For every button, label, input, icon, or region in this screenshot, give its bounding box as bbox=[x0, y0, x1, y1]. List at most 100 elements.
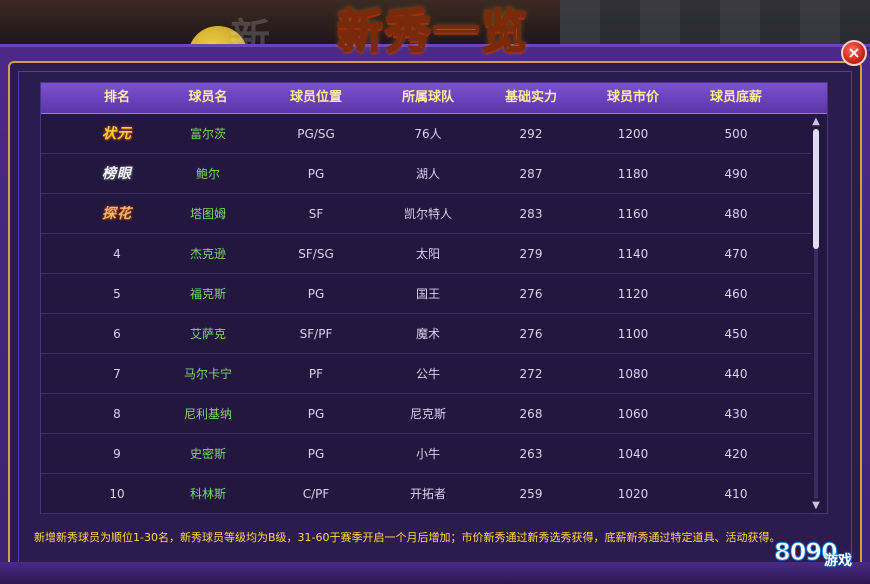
power-cell: 287 bbox=[519, 167, 543, 181]
salary-cell: 500 bbox=[724, 127, 748, 141]
position-cell: SF/PF bbox=[299, 327, 333, 341]
price-cell: 1100 bbox=[617, 327, 649, 341]
rank-cell: 8 bbox=[113, 407, 121, 421]
player-name-cell: 科林斯 bbox=[189, 487, 227, 501]
team-cell: 国王 bbox=[415, 287, 441, 301]
header-rank: 排名 bbox=[103, 90, 131, 105]
power-cell: 292 bbox=[519, 127, 543, 141]
salary-cell: 440 bbox=[724, 367, 748, 381]
header-base-power: 基础实力 bbox=[504, 90, 558, 105]
background-scenery bbox=[560, 0, 870, 44]
table-row[interactable]: 探花 塔图姆 SF 凯尔特人 283 1160 480 bbox=[41, 194, 811, 234]
player-name-cell: 艾萨克 bbox=[189, 327, 227, 341]
table-row[interactable]: 榜眼 鲍尔 PG 湖人 287 1180 490 bbox=[41, 154, 811, 194]
rank-cell: 10 bbox=[109, 487, 125, 501]
table-row[interactable]: 8 尼利基纳 PG 尼克斯 268 1060 430 bbox=[41, 394, 811, 434]
bottom-bar bbox=[0, 562, 870, 584]
table-row[interactable]: 状元 富尔茨 PG/SG 76人 292 1200 500 bbox=[41, 114, 811, 154]
team-cell: 魔术 bbox=[415, 327, 441, 341]
team-cell: 小牛 bbox=[415, 447, 441, 461]
power-cell: 276 bbox=[519, 327, 543, 341]
rank-cell: 4 bbox=[113, 247, 121, 261]
price-cell: 1080 bbox=[617, 367, 649, 381]
table-row[interactable]: 10 科林斯 C/PF 开拓者 259 1020 410 bbox=[41, 474, 811, 514]
power-cell: 259 bbox=[519, 487, 543, 501]
team-cell: 开拓者 bbox=[409, 487, 447, 501]
price-cell: 1200 bbox=[617, 127, 649, 141]
player-name-cell: 尼利基纳 bbox=[183, 407, 233, 421]
power-cell: 283 bbox=[519, 207, 543, 221]
salary-cell: 460 bbox=[724, 287, 748, 301]
table-row[interactable]: 4 杰克逊 SF/SG 太阳 279 1140 470 bbox=[41, 234, 811, 274]
price-cell: 1020 bbox=[617, 487, 649, 501]
rank-cell: 探花 bbox=[102, 206, 132, 222]
table-row[interactable]: 5 福克斯 PG 国王 276 1120 460 bbox=[41, 274, 811, 314]
window-title: 新秀一览 bbox=[336, 3, 529, 59]
table-row[interactable]: 6 艾萨克 SF/PF 魔术 276 1100 450 bbox=[41, 314, 811, 354]
price-cell: 1180 bbox=[617, 167, 649, 181]
rank-cell: 5 bbox=[113, 287, 121, 301]
salary-cell: 480 bbox=[724, 207, 748, 221]
position-cell: SF bbox=[308, 207, 324, 221]
watermark-label: 游戏 bbox=[824, 553, 852, 569]
player-name-cell: 塔图姆 bbox=[189, 207, 227, 221]
team-cell: 76人 bbox=[414, 127, 442, 141]
team-cell: 尼克斯 bbox=[409, 407, 447, 421]
price-cell: 1160 bbox=[617, 207, 649, 221]
salary-cell: 490 bbox=[724, 167, 748, 181]
footer-note: 新增新秀球员为顺位1-30名，新秀球员等级均为B级，31-60于赛季开启一个月后… bbox=[34, 531, 781, 544]
team-cell: 湖人 bbox=[415, 167, 441, 181]
header-player-name: 球员名 bbox=[188, 90, 228, 105]
player-name-cell: 富尔茨 bbox=[189, 127, 227, 141]
scroll-up-arrow-icon[interactable]: ▲ bbox=[811, 117, 821, 127]
rank-cell: 9 bbox=[113, 447, 121, 461]
position-cell: C/PF bbox=[302, 487, 330, 501]
team-cell: 凯尔特人 bbox=[403, 207, 453, 221]
position-cell: PG bbox=[307, 407, 325, 421]
site-watermark-logo: 8090 游戏 bbox=[774, 530, 868, 580]
team-cell: 公牛 bbox=[415, 367, 441, 381]
position-cell: PG bbox=[307, 447, 325, 461]
table-header: 排名 球员名 球员位置 所属球队 基础实力 球员市价 球员底薪 bbox=[41, 83, 827, 114]
rank-cell: 榜眼 bbox=[102, 166, 132, 182]
player-name-cell: 鲍尔 bbox=[195, 167, 221, 181]
team-cell: 太阳 bbox=[415, 247, 441, 261]
header-position: 球员位置 bbox=[289, 90, 343, 105]
table-row[interactable]: 7 马尔卡宁 PF 公牛 272 1080 440 bbox=[41, 354, 811, 394]
power-cell: 279 bbox=[519, 247, 543, 261]
price-cell: 1040 bbox=[617, 447, 649, 461]
position-cell: PF bbox=[308, 367, 324, 381]
position-cell: PG/SG bbox=[297, 127, 335, 141]
salary-cell: 430 bbox=[724, 407, 748, 421]
position-cell: SF/SG bbox=[298, 247, 334, 261]
position-cell: PG bbox=[307, 287, 325, 301]
rank-cell: 7 bbox=[113, 367, 121, 381]
power-cell: 263 bbox=[519, 447, 543, 461]
player-name-cell: 杰克逊 bbox=[189, 247, 227, 261]
salary-cell: 420 bbox=[724, 447, 748, 461]
player-name-cell: 史密斯 bbox=[189, 447, 227, 461]
price-cell: 1060 bbox=[617, 407, 649, 421]
salary-cell: 470 bbox=[724, 247, 748, 261]
header-team: 所属球队 bbox=[401, 90, 455, 105]
scroll-down-arrow-icon[interactable]: ▼ bbox=[811, 501, 821, 511]
table-scrollbar[interactable]: ▲ ▼ bbox=[807, 115, 825, 513]
rank-cell: 状元 bbox=[102, 126, 132, 142]
power-cell: 272 bbox=[519, 367, 543, 381]
power-cell: 276 bbox=[519, 287, 543, 301]
table-row[interactable]: 9 史密斯 PG 小牛 263 1040 420 bbox=[41, 434, 811, 474]
rookie-table: 排名 球员名 球员位置 所属球队 基础实力 球员市价 球员底薪 状元 富尔茨 PG/SG 76人 2… bbox=[40, 82, 828, 514]
table-body: 状元 富尔茨 PG/SG 76人 292 1200 500 榜眼 鲍尔 PG 湖人 287 1180 49… bbox=[41, 114, 811, 514]
price-cell: 1140 bbox=[617, 247, 649, 261]
salary-cell: 450 bbox=[724, 327, 748, 341]
header-market-price: 球员市价 bbox=[606, 90, 660, 105]
scroll-thumb[interactable] bbox=[813, 129, 819, 249]
player-name-cell: 福克斯 bbox=[189, 287, 227, 301]
header-base-salary: 球员底薪 bbox=[709, 90, 763, 105]
salary-cell: 410 bbox=[724, 487, 748, 501]
player-name-cell: 马尔卡宁 bbox=[183, 367, 233, 381]
position-cell: PG bbox=[307, 167, 325, 181]
price-cell: 1120 bbox=[617, 287, 649, 301]
close-button[interactable]: × bbox=[841, 40, 867, 66]
power-cell: 268 bbox=[519, 407, 543, 421]
